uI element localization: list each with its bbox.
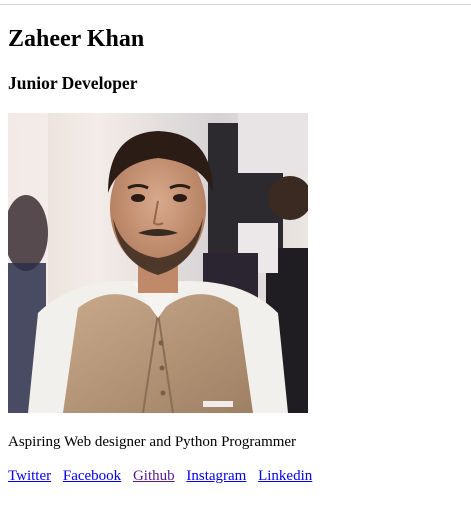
facebook-link[interactable]: Facebook xyxy=(63,468,121,484)
profile-photo xyxy=(8,113,308,413)
bio-text: Aspiring Web designer and Python Program… xyxy=(8,434,297,450)
linkedin-link[interactable]: Linkedin xyxy=(258,468,312,484)
twitter-link[interactable]: Twitter xyxy=(8,468,51,484)
instagram-link[interactable]: Instagram xyxy=(186,468,246,484)
profile-role: Junior Developer xyxy=(8,73,138,93)
social-links: Twitter Facebook Github Instagram Linked… xyxy=(8,467,320,485)
profile-name: Zaheer Khan xyxy=(8,26,145,52)
top-divider xyxy=(0,4,471,5)
github-link[interactable]: Github xyxy=(133,468,175,484)
